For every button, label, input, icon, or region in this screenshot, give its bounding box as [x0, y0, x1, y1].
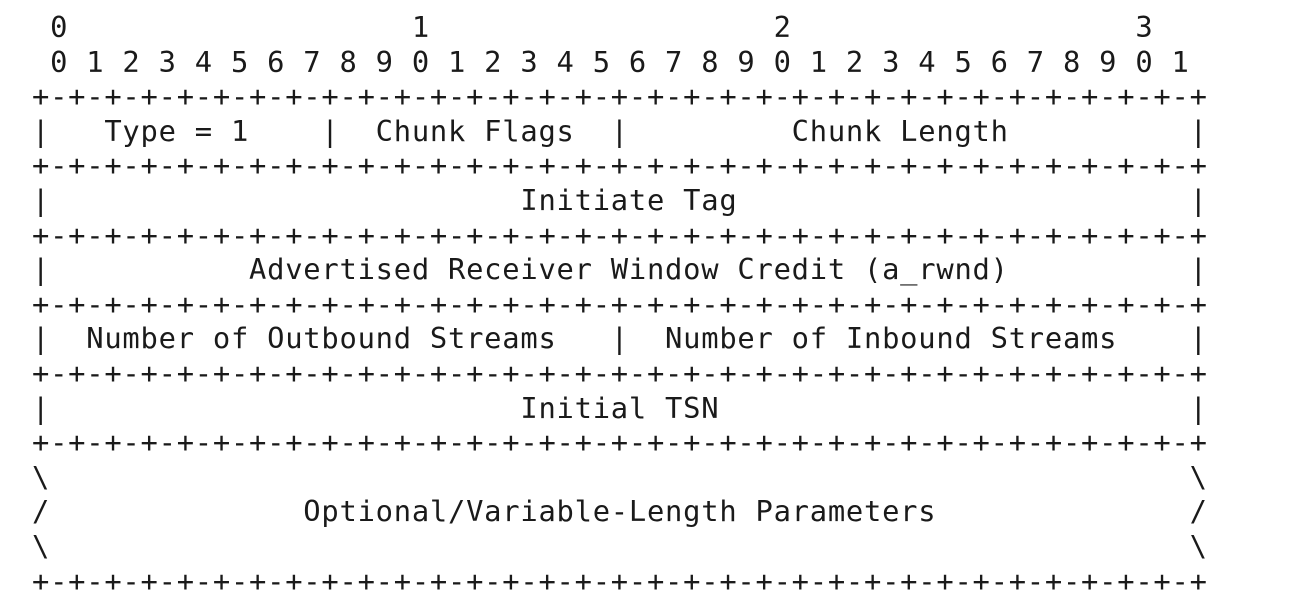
row-optional-parameters: / Optional/Variable-Length Parameters / — [32, 494, 1208, 529]
row-variable-edge: \ \ — [32, 459, 1208, 494]
row-border: +-+-+-+-+-+-+-+-+-+-+-+-+-+-+-+-+-+-+-+-… — [32, 79, 1208, 114]
row-border: +-+-+-+-+-+-+-+-+-+-+-+-+-+-+-+-+-+-+-+-… — [32, 286, 1208, 321]
row-a-rwnd: | Advertised Receiver Window Credit (a_r… — [32, 252, 1208, 287]
bit-ruler-units: 0 1 2 3 4 5 6 7 8 9 0 1 2 3 4 5 6 7 8 9 … — [32, 44, 1190, 79]
row-initiate-tag: | Initiate Tag | — [32, 182, 1208, 217]
packet-format-diagram: 0 1 2 3 0 1 2 3 4 5 6 7 8 9 0 1 2 3 4 5 … — [32, 10, 1208, 598]
row-border: +-+-+-+-+-+-+-+-+-+-+-+-+-+-+-+-+-+-+-+-… — [32, 425, 1208, 460]
row-initial-tsn: | Initial TSN | — [32, 390, 1208, 425]
row-streams: | Number of Outbound Streams | Number of… — [32, 321, 1208, 356]
row-border: +-+-+-+-+-+-+-+-+-+-+-+-+-+-+-+-+-+-+-+-… — [32, 217, 1208, 252]
row-border: +-+-+-+-+-+-+-+-+-+-+-+-+-+-+-+-+-+-+-+-… — [32, 563, 1208, 598]
bit-ruler-tens: 0 1 2 3 — [32, 10, 1154, 44]
row-variable-edge: \ \ — [32, 528, 1208, 563]
row-type-flags-length: | Type = 1 | Chunk Flags | Chunk Length … — [32, 113, 1208, 148]
row-border: +-+-+-+-+-+-+-+-+-+-+-+-+-+-+-+-+-+-+-+-… — [32, 148, 1208, 183]
row-border: +-+-+-+-+-+-+-+-+-+-+-+-+-+-+-+-+-+-+-+-… — [32, 355, 1208, 390]
